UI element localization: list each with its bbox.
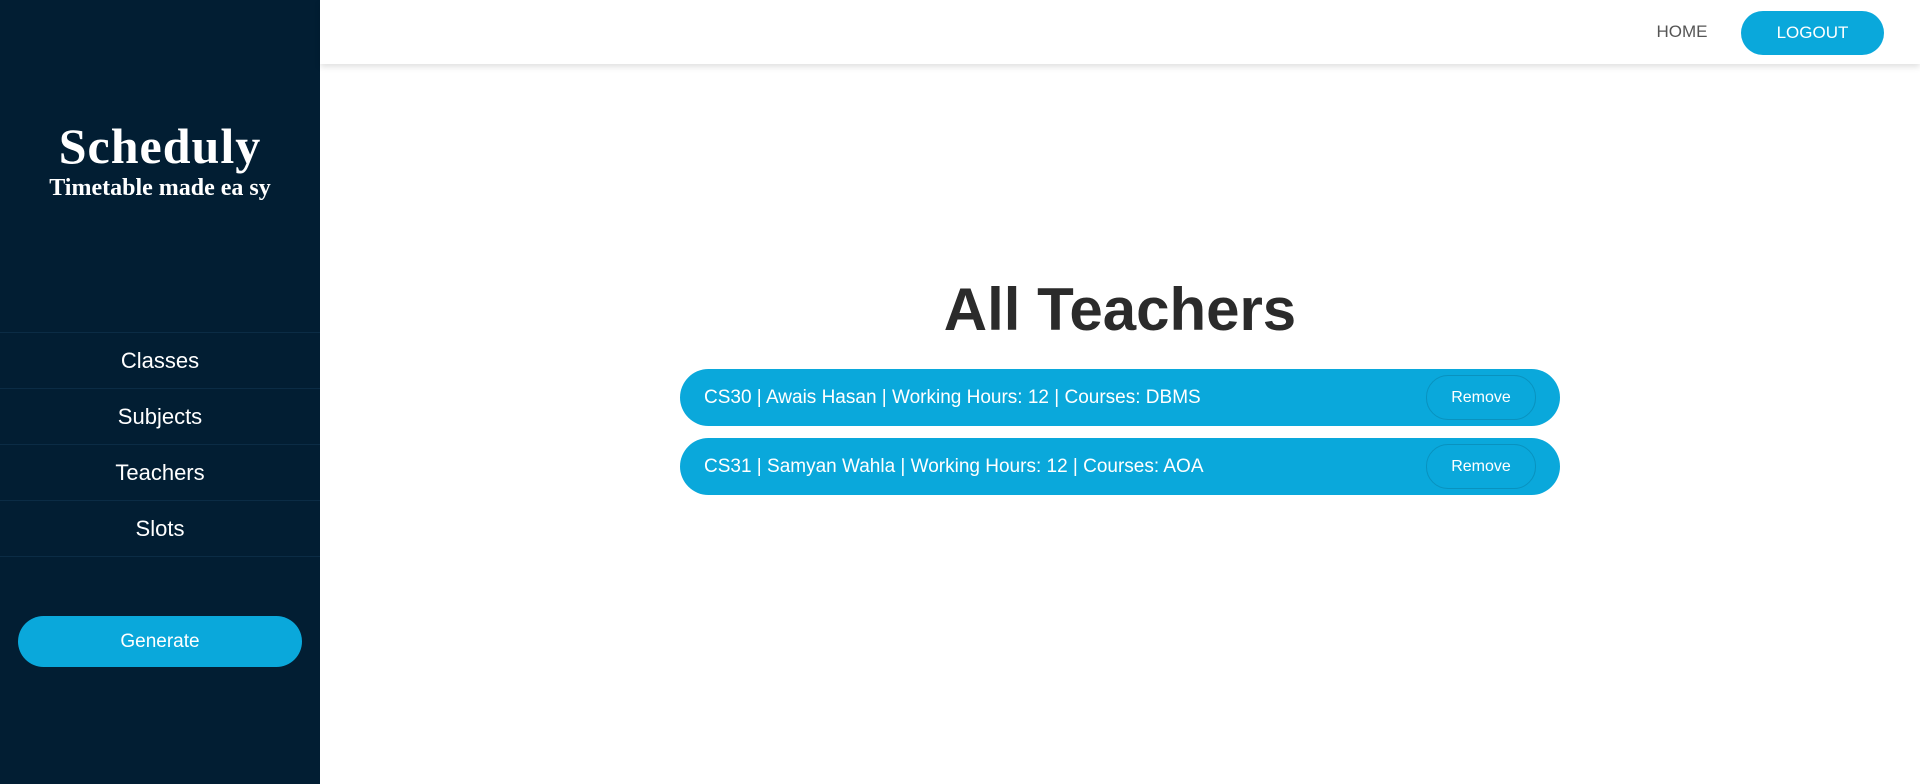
teacher-row: CS31 | Samyan Wahla | Working Hours: 12 … [680,438,1560,495]
brand: Scheduly Timetable made ea sy [0,118,320,202]
sidebar-item-slots[interactable]: Slots [0,501,320,557]
teacher-details: CS30 | Awais Hasan | Working Hours: 12 |… [704,387,1201,408]
brand-tagline: Timetable made ea sy [49,175,271,201]
sidebar-item-classes[interactable]: Classes [0,333,320,389]
brand-title: Scheduly [58,118,262,174]
teacher-row: CS30 | Awais Hasan | Working Hours: 12 |… [680,369,1560,426]
remove-button[interactable]: Remove [1426,444,1536,489]
top-bar: HOME LOGOUT [320,0,1920,64]
home-link[interactable]: HOME [1637,0,1727,64]
app-root: Scheduly Timetable made ea sy Classes Su… [0,0,1920,784]
sidebar-item-teachers[interactable]: Teachers [0,445,320,501]
sidebar-nav: Classes Subjects Teachers Slots [0,332,320,557]
page-title: All Teachers [943,276,1297,343]
remove-button[interactable]: Remove [1426,375,1536,420]
teacher-details: CS31 | Samyan Wahla | Working Hours: 12 … [704,456,1204,477]
sidebar-item-subjects[interactable]: Subjects [0,389,320,445]
sidebar: Scheduly Timetable made ea sy Classes Su… [0,0,320,784]
teacher-list: CS30 | Awais Hasan | Working Hours: 12 |… [680,369,1560,507]
generate-button[interactable]: Generate [18,616,302,667]
logout-button[interactable]: LOGOUT [1741,11,1884,55]
